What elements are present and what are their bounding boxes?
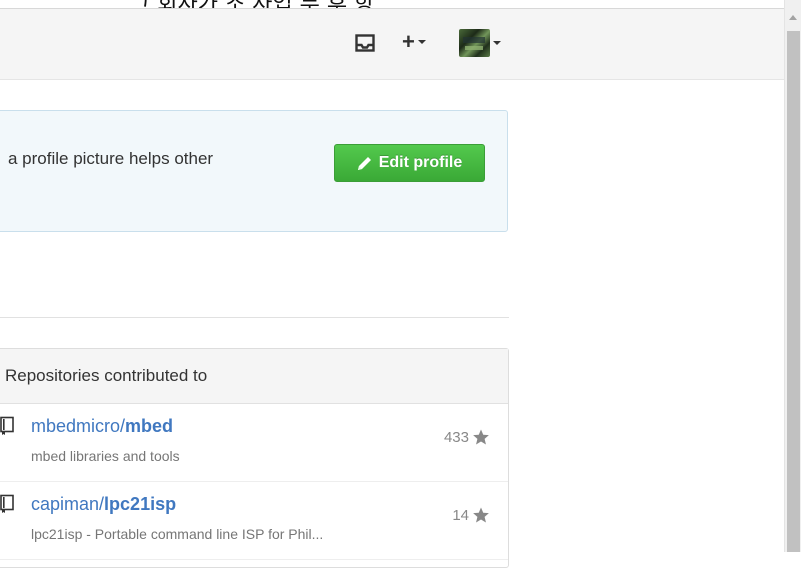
edit-profile-button[interactable]: Edit profile	[334, 144, 485, 182]
repo-item: capiman/lpc21isp lpc21isp - Portable com…	[0, 482, 508, 560]
star-icon	[473, 429, 489, 445]
avatar	[459, 29, 490, 57]
plus-icon: +	[402, 29, 415, 54]
create-new-menu[interactable]: +	[402, 31, 426, 53]
repo-link[interactable]: capiman/lpc21isp	[31, 494, 176, 515]
contributed-repos-box: Repositories contributed to mbedmicro/mb…	[0, 348, 509, 568]
section-divider	[0, 317, 509, 318]
profile-notice: a profile picture helps other Edit profi…	[0, 110, 508, 232]
scrollbar-thumb[interactable]	[787, 31, 800, 552]
repo-item: mbedmicro/mbed mbed libraries and tools …	[0, 404, 508, 482]
user-menu[interactable]	[459, 29, 501, 57]
vertical-scrollbar[interactable]	[784, 0, 801, 552]
repo-icon	[0, 494, 14, 513]
notice-text: a profile picture helps other	[8, 149, 214, 168]
chevron-down-icon	[493, 41, 501, 45]
repo-description: mbed libraries and tools	[31, 448, 180, 464]
scroll-up-arrow-icon[interactable]	[789, 15, 797, 20]
top-strip: 그 회사가 조 사업 무 후 항	[0, 0, 784, 9]
repo-description: lpc21isp - Portable command line ISP for…	[31, 526, 324, 542]
inbox-icon[interactable]	[355, 33, 377, 53]
pencil-icon	[357, 157, 371, 170]
repo-icon	[0, 416, 14, 435]
repo-stars[interactable]: 14	[452, 506, 490, 524]
repo-link[interactable]: mbedmicro/mbed	[31, 416, 173, 437]
edit-profile-label: Edit profile	[378, 154, 463, 171]
chevron-down-icon	[417, 40, 426, 44]
site-header: +	[0, 9, 784, 80]
contributed-repos-title: Repositories contributed to	[0, 349, 508, 404]
repo-stars[interactable]: 433	[444, 428, 490, 446]
star-icon	[473, 507, 489, 523]
cut-off-title: 그 회사가 조 사업 무 후 항	[130, 0, 374, 8]
